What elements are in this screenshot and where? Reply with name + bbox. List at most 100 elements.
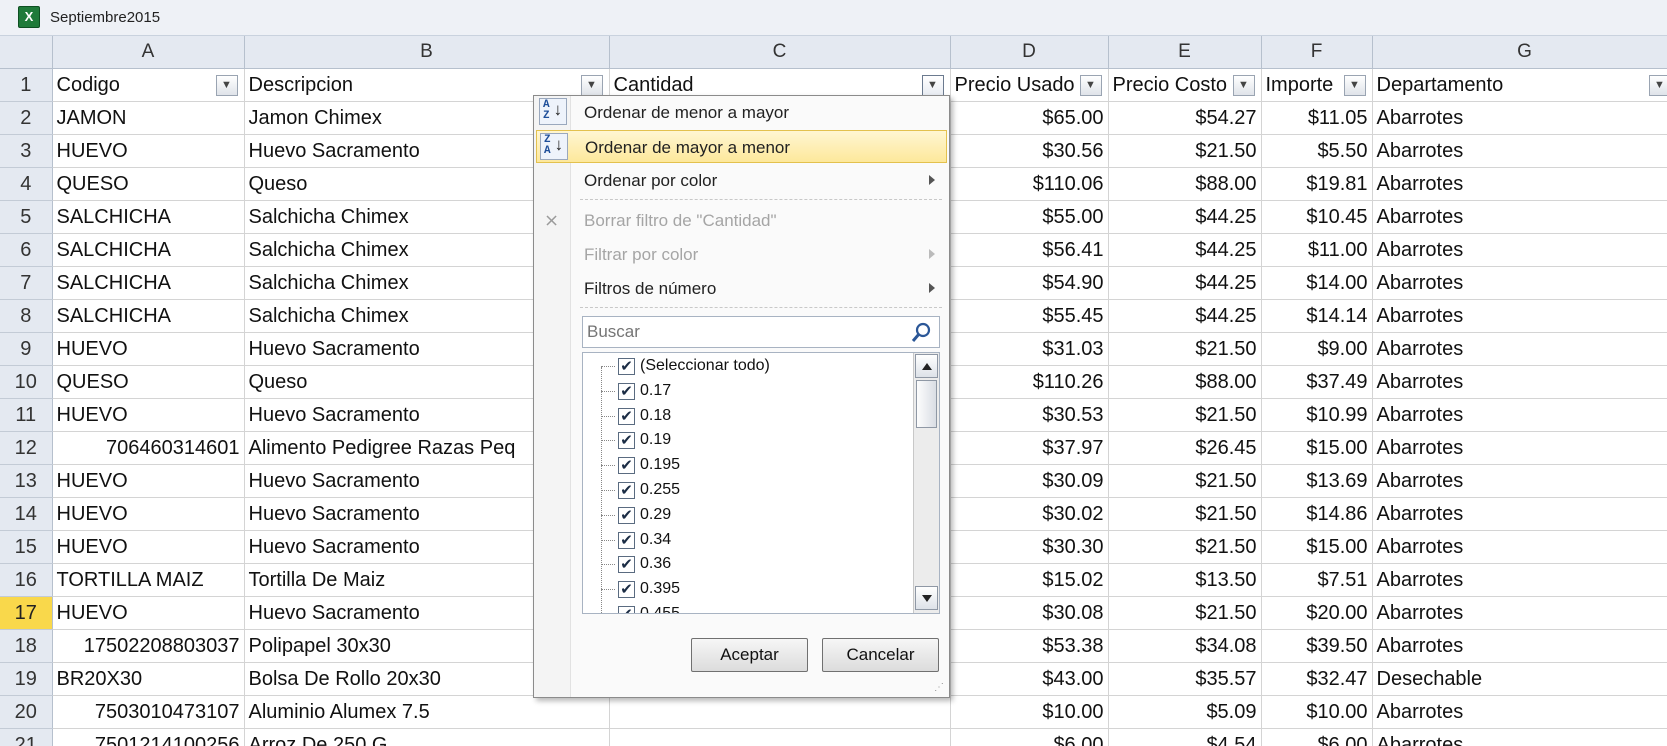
cell-importe[interactable]: $9.00	[1261, 332, 1373, 366]
row-header[interactable]: 13	[0, 464, 53, 498]
cell-departamento[interactable]: Abarrotes	[1372, 431, 1667, 465]
cell-precio-costo[interactable]: $13.50	[1108, 563, 1262, 597]
cell-precio-usado[interactable]: $37.97	[950, 431, 1109, 465]
cell-departamento[interactable]: Abarrotes	[1372, 233, 1667, 267]
cell-precio-costo[interactable]: $21.50	[1108, 497, 1262, 531]
cell-precio-usado[interactable]: $54.90	[950, 266, 1109, 300]
row-header[interactable]: 15	[0, 530, 53, 564]
cell-precio-costo[interactable]: $21.50	[1108, 332, 1262, 366]
cell-departamento[interactable]: Abarrotes	[1372, 332, 1667, 366]
column-header[interactable]: F	[1261, 36, 1373, 69]
cell-codigo[interactable]: HUEVO	[52, 464, 245, 498]
cell-precio-usado[interactable]: $56.41	[950, 233, 1109, 267]
cell-codigo[interactable]: 706460314601	[52, 431, 245, 465]
scrollbar-thumb[interactable]	[916, 380, 937, 428]
cell-precio-usado[interactable]: $65.00	[950, 101, 1109, 135]
select-all-corner[interactable]	[0, 36, 53, 69]
cell-precio-costo[interactable]: $21.50	[1108, 596, 1262, 630]
cell-importe[interactable]: $14.14	[1261, 299, 1373, 333]
cell-departamento[interactable]: Abarrotes	[1372, 695, 1667, 729]
cell-precio-usado[interactable]: $30.02	[950, 497, 1109, 531]
checkbox[interactable]: ✔	[618, 382, 635, 400]
cell-precio-costo[interactable]: $26.45	[1108, 431, 1262, 465]
active-filter-dropdown-button[interactable]: ▼	[921, 75, 944, 96]
row-header[interactable]: 2	[0, 101, 53, 135]
checkbox[interactable]: ✔	[618, 531, 635, 549]
cell-codigo[interactable]: SALCHICHA	[52, 266, 245, 300]
cell-departamento[interactable]: Abarrotes	[1372, 365, 1667, 399]
column-header[interactable]: A	[52, 36, 245, 69]
scroll-up-button[interactable]	[915, 354, 938, 378]
checkbox[interactable]: ✔	[618, 407, 635, 425]
cell-precio-usado[interactable]: $55.45	[950, 299, 1109, 333]
cell-departamento[interactable]: Abarrotes	[1372, 497, 1667, 531]
cell-importe[interactable]: $39.50	[1261, 629, 1373, 663]
cell-importe[interactable]: $10.45	[1261, 200, 1373, 234]
cell-importe[interactable]: $11.05	[1261, 101, 1373, 135]
row-header[interactable]: 17	[0, 596, 53, 630]
row-header[interactable]: 11	[0, 398, 53, 432]
cell-precio-costo[interactable]: $21.50	[1108, 530, 1262, 564]
cell-precio-usado[interactable]: $110.06	[950, 167, 1109, 201]
column-header[interactable]: G	[1372, 36, 1667, 69]
cell-codigo[interactable]: HUEVO	[52, 134, 245, 168]
checkbox[interactable]: ✔	[618, 506, 635, 524]
cell-importe[interactable]: $14.86	[1261, 497, 1373, 531]
cell-departamento[interactable]: Abarrotes	[1372, 596, 1667, 630]
search-icon[interactable]	[911, 321, 933, 343]
cell-departamento[interactable]: Desechable	[1372, 662, 1667, 696]
filter-dropdown-button[interactable]: ▼	[1343, 75, 1366, 96]
cell-departamento[interactable]: Abarrotes	[1372, 464, 1667, 498]
cell-precio-costo[interactable]: $21.50	[1108, 134, 1262, 168]
checkbox[interactable]: ✔	[618, 556, 635, 574]
row-header[interactable]: 6	[0, 233, 53, 267]
cell-importe[interactable]: $14.00	[1261, 266, 1373, 300]
row-header[interactable]: 16	[0, 563, 53, 597]
cell-precio-usado[interactable]: $110.26	[950, 365, 1109, 399]
scroll-down-button[interactable]	[915, 586, 938, 610]
cell-codigo[interactable]: 17502208803037	[52, 629, 245, 663]
row-header[interactable]: 12	[0, 431, 53, 465]
row-header[interactable]: 14	[0, 497, 53, 531]
menu-item-sort-descending[interactable]: Z A ↓ Ordenar de mayor a menor	[536, 130, 947, 163]
cell-precio-usado[interactable]: $53.38	[950, 629, 1109, 663]
cell-importe[interactable]: $10.99	[1261, 398, 1373, 432]
cell-precio-costo[interactable]: $44.25	[1108, 200, 1262, 234]
filter-search-input[interactable]	[583, 317, 903, 347]
row-header[interactable]: 1	[0, 68, 53, 102]
column-header[interactable]: D	[950, 36, 1109, 69]
filter-dropdown-button[interactable]: ▼	[1079, 75, 1102, 96]
resize-grip-icon[interactable]: ⋰	[934, 682, 946, 694]
row-header[interactable]: 19	[0, 662, 53, 696]
cell-precio-costo[interactable]: $34.08	[1108, 629, 1262, 663]
cell-descripcion[interactable]: Arroz De 250 G	[244, 728, 610, 746]
cell-precio-costo[interactable]: $88.00	[1108, 167, 1262, 201]
cell-precio-costo[interactable]: $88.00	[1108, 365, 1262, 399]
cell-importe[interactable]: $15.00	[1261, 530, 1373, 564]
checkbox[interactable]: ✔	[618, 457, 635, 475]
row-header[interactable]: 5	[0, 200, 53, 234]
filter-dropdown-button[interactable]: ▼	[580, 75, 603, 96]
row-header[interactable]: 3	[0, 134, 53, 168]
cell-importe[interactable]: $32.47	[1261, 662, 1373, 696]
cell-departamento[interactable]: Abarrotes	[1372, 728, 1667, 746]
cell-importe[interactable]: $10.00	[1261, 695, 1373, 729]
cell-codigo[interactable]: TORTILLA MAIZ	[52, 563, 245, 597]
cell-precio-costo[interactable]: $44.25	[1108, 266, 1262, 300]
cell-precio-costo[interactable]: $44.25	[1108, 233, 1262, 267]
cell-cantidad[interactable]	[609, 728, 951, 746]
cell-codigo[interactable]: HUEVO	[52, 596, 245, 630]
ok-button[interactable]: Aceptar	[691, 638, 808, 672]
cell-precio-usado[interactable]: $15.02	[950, 563, 1109, 597]
menu-item-number-filters[interactable]: Filtros de número	[536, 272, 947, 305]
cell-departamento[interactable]: Abarrotes	[1372, 563, 1667, 597]
row-header[interactable]: 8	[0, 299, 53, 333]
cell-departamento[interactable]: Abarrotes	[1372, 629, 1667, 663]
header-cell[interactable]: Precio Costo ▼	[1108, 68, 1262, 102]
row-header[interactable]: 21	[0, 728, 53, 746]
cell-precio-usado[interactable]: $30.30	[950, 530, 1109, 564]
menu-item-sort-by-color[interactable]: Ordenar por color	[536, 164, 947, 197]
cell-importe[interactable]: $7.51	[1261, 563, 1373, 597]
cell-precio-costo[interactable]: $21.50	[1108, 398, 1262, 432]
column-header[interactable]: E	[1108, 36, 1262, 69]
